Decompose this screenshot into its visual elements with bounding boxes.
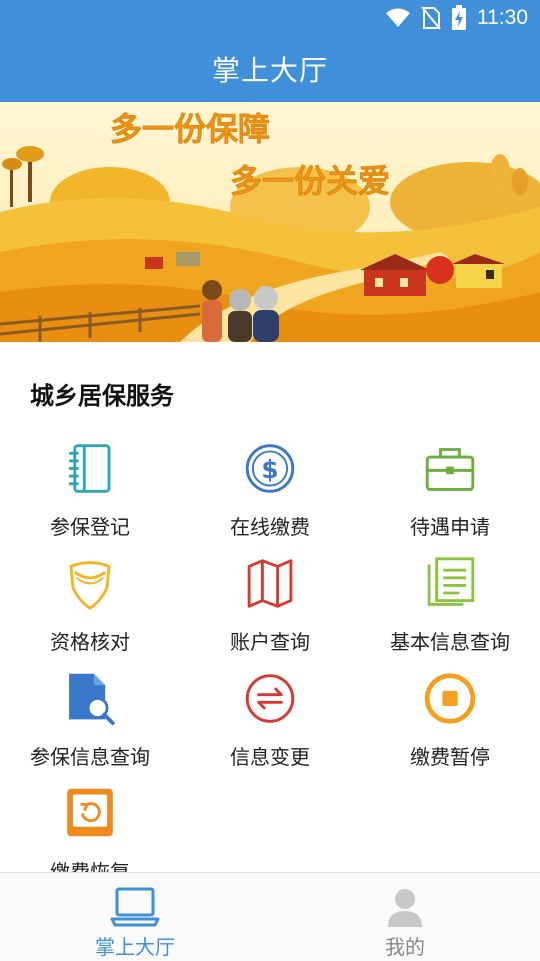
family-figures bbox=[202, 280, 279, 342]
notebook-icon bbox=[69, 444, 111, 493]
service-label: 参保登记 bbox=[50, 515, 130, 539]
tab-label: 我的 bbox=[385, 935, 425, 959]
service-label: 账户查询 bbox=[230, 630, 310, 654]
user-icon bbox=[388, 889, 422, 927]
laptop-icon bbox=[110, 887, 160, 927]
section-title: 城乡居保服务 bbox=[30, 382, 174, 410]
service-account-query[interactable]: 账户查询 bbox=[180, 545, 360, 655]
banner-slogan-1: 多一份保障 bbox=[110, 110, 270, 148]
battery-charging-icon bbox=[452, 5, 466, 30]
status-bar: 11:30 bbox=[0, 0, 540, 36]
bottom-nav: 掌上大厅 我的 bbox=[0, 872, 540, 961]
shield-icon bbox=[69, 561, 111, 610]
tab-label: 掌上大厅 bbox=[95, 935, 175, 959]
page-title: 掌上大厅 bbox=[211, 54, 328, 87]
restore-icon bbox=[67, 788, 113, 837]
service-label: 基本信息查询 bbox=[390, 630, 510, 654]
briefcase-icon bbox=[425, 448, 475, 491]
service-info-change[interactable]: 信息变更 bbox=[180, 660, 360, 770]
stop-icon bbox=[424, 673, 476, 724]
service-label: 待遇申请 bbox=[410, 515, 490, 539]
tab-hall[interactable]: 掌上大厅 bbox=[0, 873, 270, 961]
service-qualification-check[interactable]: 资格核对 bbox=[0, 545, 180, 655]
service-enrollment-info-query[interactable]: 参保信息查询 bbox=[0, 660, 180, 770]
banner-slogan-2: 多一份关爱 bbox=[230, 162, 390, 200]
service-label: 缴费暂停 bbox=[410, 745, 490, 769]
service-online-payment[interactable]: $ 在线缴费 bbox=[180, 430, 360, 540]
service-payment-pause[interactable]: 缴费暂停 bbox=[360, 660, 540, 770]
service-basic-info-query[interactable]: 基本信息查询 bbox=[360, 545, 540, 655]
service-registration[interactable]: 参保登记 bbox=[0, 430, 180, 540]
swap-arrows-icon bbox=[245, 674, 295, 723]
service-label: 资格核对 bbox=[50, 630, 130, 654]
banner[interactable]: 多一份保障 多一份关爱 bbox=[0, 102, 540, 342]
banner-illustration: 多一份保障 多一份关爱 bbox=[0, 102, 540, 342]
file-search-icon bbox=[69, 673, 115, 726]
status-icons: 11:30 bbox=[385, 4, 528, 32]
dollar-coin-icon: $ bbox=[245, 444, 295, 493]
service-label: 在线缴费 bbox=[230, 515, 310, 539]
wifi-icon bbox=[386, 8, 410, 27]
tab-mine[interactable]: 我的 bbox=[270, 873, 540, 961]
service-label: 参保信息查询 bbox=[30, 745, 150, 769]
service-label: 信息变更 bbox=[230, 745, 310, 769]
service-benefit-application[interactable]: 待遇申请 bbox=[360, 430, 540, 540]
status-time: 11:30 bbox=[477, 6, 528, 29]
document-icon bbox=[427, 557, 475, 606]
svg-text:$: $ bbox=[261, 455, 278, 484]
no-sim-icon bbox=[421, 6, 441, 30]
map-icon bbox=[247, 559, 293, 608]
service-payment-resume[interactable]: 缴费恢复 bbox=[0, 775, 180, 885]
app-bar: 掌上大厅 bbox=[0, 36, 540, 102]
